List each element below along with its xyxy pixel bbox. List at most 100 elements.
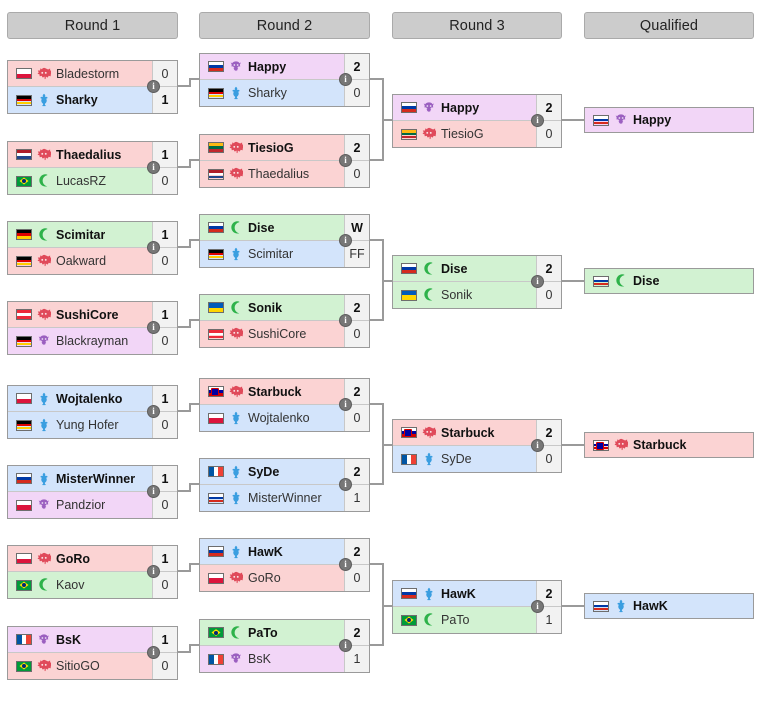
opponent-name[interactable]: Scimitar: [248, 247, 293, 261]
opponent-name[interactable]: Starbuck: [248, 385, 302, 399]
opponent-name[interactable]: HawK: [248, 545, 283, 559]
opponent-name[interactable]: GoRo: [56, 552, 90, 566]
opponent-cell: HawK: [200, 539, 344, 564]
opponent-name[interactable]: BsK: [56, 633, 81, 647]
match-box[interactable]: SushiCore 1 Blackrayman 0 i: [7, 301, 178, 355]
match-box[interactable]: Happy 2 TiesioG 0 i: [392, 94, 562, 148]
opponent-name[interactable]: Dise: [248, 221, 274, 235]
flag-icon-ru: [593, 600, 609, 612]
opponent-cell: Happy: [200, 54, 344, 79]
match-box[interactable]: Thaedalius 1 LucasRZ 0 i: [7, 141, 178, 195]
match-info-icon[interactable]: i: [339, 639, 352, 652]
flag-icon-ru: [208, 222, 224, 233]
opponent-name[interactable]: MisterWinner: [56, 472, 135, 486]
opponent-name[interactable]: Happy: [248, 60, 286, 74]
opponent-name[interactable]: Wojtalenko: [248, 411, 310, 425]
match-info-icon[interactable]: i: [147, 80, 160, 93]
match-info-icon[interactable]: i: [147, 485, 160, 498]
qualified-box[interactable]: HawK: [584, 593, 754, 619]
opponent-name[interactable]: SushiCore: [56, 308, 119, 322]
opponent-name[interactable]: Sharky: [248, 86, 287, 100]
opponent-name[interactable]: Starbuck: [441, 426, 495, 440]
match-box[interactable]: MisterWinner 1 Pandzior 0 i: [7, 465, 178, 519]
opponent-name[interactable]: Kaov: [56, 578, 85, 592]
opponent-name[interactable]: Dise: [441, 262, 467, 276]
opponent-name[interactable]: TiesioG: [441, 127, 484, 141]
opponent-name[interactable]: SyDe: [248, 465, 279, 479]
match-box[interactable]: Bladestorm 0 Sharky 1 i: [7, 60, 178, 114]
opponent-name[interactable]: Scimitar: [56, 228, 105, 242]
opponent-name[interactable]: GoRo: [248, 571, 281, 585]
human-race-icon: [422, 452, 436, 466]
opponent-name[interactable]: HawK: [441, 587, 476, 601]
match-info-icon[interactable]: i: [147, 161, 160, 174]
opponent-name[interactable]: Happy: [441, 101, 479, 115]
opponent-name[interactable]: MisterWinner: [248, 491, 322, 505]
flag-icon-si: [401, 427, 417, 438]
flag-icon-at: [16, 309, 32, 320]
match-info-icon[interactable]: i: [339, 73, 352, 86]
match-info-icon[interactable]: i: [339, 398, 352, 411]
opponent-name[interactable]: Thaedalius: [248, 167, 309, 181]
match-info-icon[interactable]: i: [147, 405, 160, 418]
match-info-icon[interactable]: i: [531, 275, 544, 288]
qualified-box[interactable]: Happy: [584, 107, 754, 133]
match-box[interactable]: GoRo 1 Kaov 0 i: [7, 545, 178, 599]
opponent-name[interactable]: PaTo: [248, 626, 278, 640]
match-box[interactable]: HawK 2 GoRo 0 i: [199, 538, 370, 592]
match-box[interactable]: Happy 2 Sharky 0 i: [199, 53, 370, 107]
match-info-icon[interactable]: i: [339, 478, 352, 491]
opponent-name[interactable]: LucasRZ: [56, 174, 106, 188]
match-info-icon[interactable]: i: [147, 321, 160, 334]
opponent-name[interactable]: Thaedalius: [56, 148, 121, 162]
opponent-cell: MisterWinner: [8, 466, 152, 491]
qualified-box[interactable]: Dise: [584, 268, 754, 294]
opponent-name[interactable]: TiesioG: [248, 141, 294, 155]
match-box[interactable]: Dise W Scimitar FF i: [199, 214, 370, 268]
match-box[interactable]: Starbuck 2 SyDe 0 i: [392, 419, 562, 473]
opponent-name[interactable]: Wojtalenko: [56, 392, 122, 406]
qualified-player-name[interactable]: Starbuck: [633, 438, 687, 452]
opponent-name[interactable]: Sonik: [441, 288, 472, 302]
opponent-name[interactable]: SitioGO: [56, 659, 100, 673]
qualified-player-name[interactable]: HawK: [633, 599, 668, 613]
opponent-name[interactable]: Sharky: [56, 93, 98, 107]
opponent-name[interactable]: Yung Hofer: [56, 418, 119, 432]
qualified-box[interactable]: Starbuck: [584, 432, 754, 458]
match-info-icon[interactable]: i: [339, 234, 352, 247]
match-info-icon[interactable]: i: [147, 565, 160, 578]
match-info-icon[interactable]: i: [531, 600, 544, 613]
match-box[interactable]: Scimitar 1 Oakward 0 i: [7, 221, 178, 275]
undead-race-icon: [614, 438, 628, 452]
opponent-name[interactable]: Sonik: [248, 301, 282, 315]
match-box[interactable]: Wojtalenko 1 Yung Hofer 0 i: [7, 385, 178, 439]
flag-icon-br: [16, 660, 32, 672]
qualified-player-name[interactable]: Happy: [633, 113, 671, 127]
opponent-name[interactable]: Blackrayman: [56, 334, 128, 348]
match-box[interactable]: SyDe 2 MisterWinner 1 i: [199, 458, 370, 512]
match-box[interactable]: Starbuck 2 Wojtalenko 0 i: [199, 378, 370, 432]
match-box[interactable]: BsK 1 SitioGO 0 i: [7, 626, 178, 680]
qualified-player-name[interactable]: Dise: [633, 274, 659, 288]
opponent-name[interactable]: BsK: [248, 652, 271, 666]
match-info-icon[interactable]: i: [339, 314, 352, 327]
match-box[interactable]: TiesioG 2 Thaedalius 0 i: [199, 134, 370, 188]
match-info-icon[interactable]: i: [147, 646, 160, 659]
opponent-name[interactable]: SyDe: [441, 452, 472, 466]
opponent-name[interactable]: Oakward: [56, 254, 106, 268]
opponent-name[interactable]: PaTo: [441, 613, 470, 627]
match-box[interactable]: PaTo 2 BsK 1 i: [199, 619, 370, 673]
opponent-name[interactable]: Pandzior: [56, 498, 105, 512]
match-info-icon[interactable]: i: [531, 114, 544, 127]
match-box[interactable]: HawK 2 PaTo 1 i: [392, 580, 562, 634]
match-info-icon[interactable]: i: [147, 241, 160, 254]
match-box[interactable]: Dise 2 Sonik 0 i: [392, 255, 562, 309]
opponent-cell: SyDe: [200, 459, 344, 484]
match-box[interactable]: Sonik 2 SushiCore 0 i: [199, 294, 370, 348]
flag-icon-si: [593, 439, 609, 451]
match-info-icon[interactable]: i: [339, 154, 352, 167]
opponent-name[interactable]: SushiCore: [248, 327, 306, 341]
match-info-icon[interactable]: i: [339, 558, 352, 571]
match-info-icon[interactable]: i: [531, 439, 544, 452]
opponent-name[interactable]: Bladestorm: [56, 67, 119, 81]
